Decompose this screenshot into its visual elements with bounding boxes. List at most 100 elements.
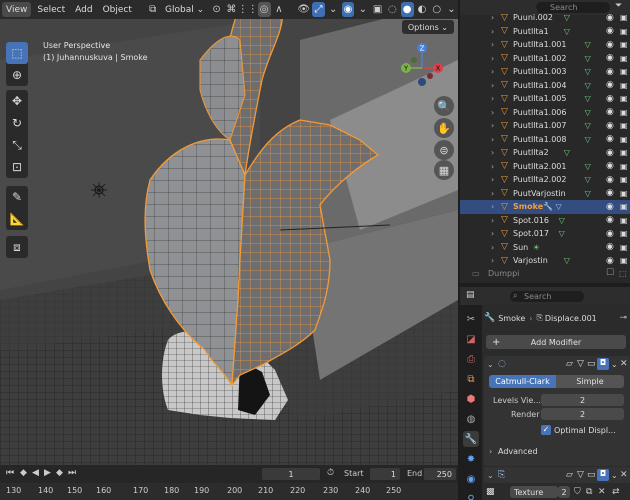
mesh-data-icon[interactable]: ▽ (585, 175, 591, 184)
shading-dropdown-icon[interactable]: ⌄ (445, 2, 458, 17)
options-button[interactable]: Options ⌄ (401, 20, 454, 34)
light-data-icon[interactable]: ▽ (559, 216, 565, 225)
delete-modifier-icon[interactable]: ✕ (620, 470, 628, 480)
gizmo-dropdown-icon[interactable]: ⌄ (327, 2, 340, 17)
3d-viewport[interactable]: View Select Add Object ⧉ Global ⌄ ⊙ ⌘ ⋮⋮… (0, 0, 458, 465)
navigation-gizmo[interactable]: Z Y X (396, 40, 448, 92)
expand-chevron-icon[interactable]: › (491, 81, 494, 90)
render-camera-icon[interactable]: ▣ (620, 229, 628, 238)
object-menu[interactable]: Object (99, 2, 136, 17)
expand-chevron-icon[interactable]: › (491, 94, 494, 103)
render-camera-icon[interactable]: ▣ (620, 94, 628, 103)
mesh-data-icon[interactable]: ▽ (585, 108, 591, 117)
mesh-data-icon[interactable]: ▽ (564, 256, 570, 265)
annotate-icon[interactable]: ✎ (6, 186, 28, 208)
texture-properties-icon[interactable]: ⇄ (612, 487, 620, 497)
mesh-data-icon[interactable]: ▽ (585, 40, 591, 49)
optimal-display-checkbox[interactable]: ✓ (541, 425, 551, 435)
visibility-eye-icon[interactable]: ◉ (606, 53, 614, 63)
collapse-chevron-icon[interactable]: ⌄ (487, 360, 494, 369)
light-data-icon[interactable]: ▽ (564, 13, 570, 22)
outliner-row[interactable]: › ▽ PuutIlta1.004 ▽ ◉ ▣ (460, 79, 630, 93)
outliner-row[interactable]: › ▽ PuutIlta1.002 ▽ ◉ ▣ (460, 52, 630, 66)
visibility-eye-icon[interactable]: ◉ (606, 94, 614, 104)
expand-chevron-icon[interactable]: › (491, 256, 494, 265)
unlink-icon[interactable]: ✕ (598, 487, 606, 497)
outliner-row[interactable]: › ▽ PuutIlta1.007 ▽ ◉ ▣ (460, 119, 630, 133)
outliner-row[interactable]: › ▽ PuutIlta1.006 ▽ ◉ ▣ (460, 106, 630, 120)
mesh-data-icon[interactable]: ▽ (585, 162, 591, 171)
outliner-row[interactable]: › ▽ Smoke 🔧 ▽ ◉ ▣ (460, 200, 630, 214)
expand-chevron-icon[interactable]: › (491, 40, 494, 49)
render-camera-icon[interactable]: ▣ (620, 162, 628, 171)
render-tab-icon[interactable]: ◪ (463, 331, 479, 347)
visibility-eye-icon[interactable]: ◉ (606, 175, 614, 185)
properties-type-icon[interactable]: ▤ (466, 290, 475, 300)
cage-toggle-icon[interactable]: ▽ (577, 470, 584, 480)
zoom-icon[interactable]: 🔍 (434, 96, 454, 116)
pin-icon[interactable]: ⊸ (619, 313, 627, 323)
xray-icon[interactable]: ▣ (371, 2, 384, 17)
viewport-toggle-icon[interactable]: ▭ (587, 470, 596, 480)
add-modifier-button[interactable]: + Add Modifier (486, 335, 626, 349)
outliner-row[interactable]: › ▽ PuutIlta2.001 ▽ ◉ ▣ (460, 160, 630, 174)
collection-camera-icon[interactable]: ⬚ (619, 269, 627, 278)
mesh-data-icon[interactable]: ▽ (585, 81, 591, 90)
physics-tab-icon[interactable]: ◉ (463, 471, 479, 487)
collapse-chevron-icon[interactable]: ⌄ (487, 471, 494, 480)
render-camera-icon[interactable]: ▣ (620, 81, 628, 90)
frame-ruler[interactable]: 130 140 150 160 170 180 190 200 210 220 … (0, 483, 458, 500)
gizmo-toggle-icon[interactable]: ⤢ (312, 2, 325, 17)
sun-data-icon[interactable]: ☀ (533, 243, 540, 252)
visibility-eye-icon[interactable]: ◉ (606, 121, 614, 131)
camera-view-icon[interactable]: ⊜ (434, 140, 454, 160)
expand-chevron-icon[interactable]: › (491, 243, 494, 252)
expand-chevron-icon[interactable]: › (491, 54, 494, 63)
outliner-row[interactable]: › ▽ PuutIlta1.005 ▽ ◉ ▣ (460, 92, 630, 106)
render-camera-icon[interactable]: ▣ (620, 135, 628, 144)
material-shading-icon[interactable]: ◐ (416, 2, 429, 17)
simple-button[interactable]: Simple (556, 375, 624, 388)
light-data-icon[interactable]: ▽ (559, 229, 565, 238)
visibility-eye-icon[interactable]: ◉ (606, 242, 614, 252)
outliner-row[interactable]: › ▽ PuutIlta1.003 ▽ ◉ ▣ (460, 65, 630, 79)
outliner-row[interactable]: › ▽ PuutIlta2.002 ▽ ◉ ▣ (460, 173, 630, 187)
render-toggle-icon[interactable]: ◘ (597, 358, 609, 370)
clock-icon[interactable]: ⏱ (327, 468, 334, 478)
modifier-dropdown-icon[interactable]: ⌄ (611, 471, 618, 480)
visibility-eye-icon[interactable]: ◉ (606, 256, 614, 266)
select-menu[interactable]: Select (33, 2, 69, 17)
render-camera-icon[interactable]: ▣ (620, 13, 628, 22)
cursor-icon[interactable]: ⊕ (6, 64, 28, 86)
visibility-eye-icon[interactable]: ◉ (606, 215, 614, 225)
select-box-icon[interactable]: ⬚ (6, 42, 28, 64)
start-frame-field[interactable]: 1 (370, 468, 400, 480)
view-layer-tab-icon[interactable]: ⧉ (463, 371, 479, 387)
collection-checkbox-icon[interactable]: ☐ (606, 268, 614, 278)
expand-chevron-icon[interactable]: › (491, 108, 494, 117)
cage-toggle-icon[interactable]: ▽ (577, 359, 584, 369)
render-camera-icon[interactable]: ▣ (620, 256, 628, 265)
visibility-icon[interactable]: 👁 (297, 2, 310, 17)
render-camera-icon[interactable]: ▣ (620, 189, 628, 198)
rendered-shading-icon[interactable]: ○ (430, 2, 443, 17)
add-menu[interactable]: Add (71, 2, 96, 17)
properties-search-input[interactable]: Search (510, 291, 584, 302)
ortho-grid-icon[interactable]: ▦ (434, 160, 454, 180)
visibility-eye-icon[interactable]: ◉ (606, 80, 614, 90)
texture-field[interactable]: Texture (510, 486, 558, 498)
mesh-data-icon[interactable]: ▽ (564, 27, 570, 36)
modifier-dropdown-icon[interactable]: ⌄ (611, 360, 618, 369)
orientation-dropdown[interactable]: Global ⌄ (161, 2, 208, 17)
visibility-eye-icon[interactable]: ◉ (606, 229, 614, 239)
expand-chevron-icon[interactable]: › (491, 162, 494, 171)
jump-end-icon[interactable]: ⏭ (68, 468, 76, 478)
add-cube-icon[interactable]: ⧈ (6, 236, 28, 258)
outliner-filter-funnel-icon[interactable]: ⏷ (615, 1, 622, 11)
visibility-eye-icon[interactable]: ◉ (606, 67, 614, 77)
view-menu[interactable]: View (2, 2, 32, 17)
expand-chevron-icon[interactable]: › (491, 202, 494, 211)
mesh-data-icon[interactable]: ▽ (585, 67, 591, 76)
modifier-data-icon[interactable]: 🔧 ▽ (543, 202, 562, 211)
visibility-eye-icon[interactable]: ◉ (606, 148, 614, 158)
